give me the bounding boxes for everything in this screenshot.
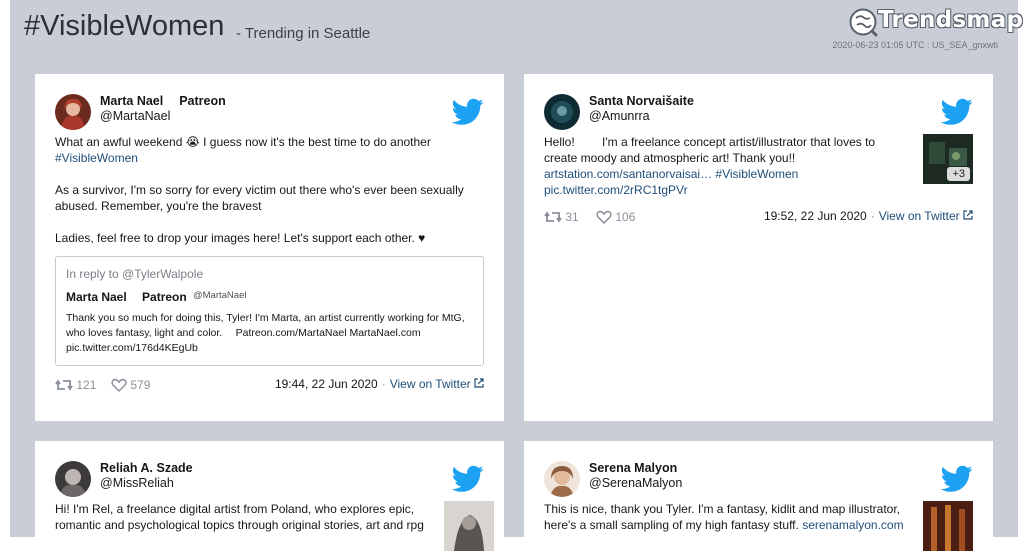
avatar[interactable] <box>544 94 580 130</box>
author-handle[interactable]: @Amunrra <box>589 109 650 123</box>
page-title: #VisibleWomen <box>24 10 225 42</box>
avatar[interactable] <box>544 461 580 497</box>
timestamp: 2020-06-23 01:05 UTC : US_SEA_gnxwti <box>832 40 998 50</box>
author-handle[interactable]: @MissReliah <box>100 476 174 490</box>
page-subtitle: - Trending in Seattle <box>236 25 371 42</box>
author-name[interactable]: Marta Nael Patreon <box>100 94 238 108</box>
quoted-author-name: Marta Nael Patreon <box>66 290 199 304</box>
trendsmap-page: #VisibleWomen - Trending in Seattle Tren… <box>10 0 1023 551</box>
like-count[interactable]: 106 <box>596 210 635 225</box>
tweet-text: Hi! I'm Rel, a freelance digital artist … <box>55 501 427 533</box>
tweet-line: Ladies, feel free to drop your images he… <box>55 231 426 245</box>
quoted-author-handle: @MartaNael <box>193 290 247 301</box>
author-name[interactable]: Santa Norvaišaite <box>589 94 694 108</box>
tweet-card: Reliah A. Szade @MissReliah Hi! I'm Rel,… <box>35 441 504 551</box>
author-handle[interactable]: @SerenaMalyon <box>589 476 682 490</box>
retweet-icon <box>55 379 73 391</box>
twitter-bird-icon[interactable] <box>941 465 973 493</box>
twitter-bird-icon[interactable] <box>941 98 973 126</box>
retweet-count[interactable]: 121 <box>55 378 96 392</box>
avatar[interactable] <box>55 461 91 497</box>
heart-icon <box>111 378 127 393</box>
tweet-card: Marta Nael Patreon @MartaNael What an aw… <box>35 74 504 421</box>
tweet-date[interactable]: 19:52, 22 Jun 2020 <box>764 209 867 223</box>
tweet-meta: 19:44, 22 Jun 2020 · View on Twitter <box>275 377 484 391</box>
media-count-badge: +3 <box>947 167 970 181</box>
trendsmap-logo[interactable]: Trendsmap <box>848 6 1023 38</box>
trendsmap-globe-icon <box>849 8 878 37</box>
tweet-link[interactable]: serenamalyon.com <box>802 518 903 532</box>
view-on-twitter-link[interactable]: View on Twitter <box>879 209 960 223</box>
twitter-bird-icon[interactable] <box>452 98 484 126</box>
brand-name: Trendsmap <box>878 7 1024 33</box>
tweet-card: Santa Norvaišaite @Amunrra Hello! I'm a … <box>524 74 993 421</box>
media-thumbnail[interactable]: +3 <box>923 134 973 184</box>
reply-to-label[interactable]: In reply to @TylerWalpole <box>66 267 203 281</box>
tweet-text: What an awful weekend 😭 I guess now it's… <box>55 134 485 246</box>
media-thumbnail[interactable] <box>444 501 494 551</box>
tweet-line: Hi! I'm Rel, a freelance digital artist … <box>55 502 424 532</box>
external-link-icon <box>474 378 484 388</box>
media-thumbnail[interactable] <box>923 501 973 551</box>
tweet-date[interactable]: 19:44, 22 Jun 2020 <box>275 377 378 391</box>
quoted-tweet[interactable]: In reply to @TylerWalpole Marta Nael Pat… <box>55 256 484 366</box>
external-link-icon <box>963 210 973 220</box>
twitter-bird-icon[interactable] <box>452 465 484 493</box>
tweet-meta: 19:52, 22 Jun 2020 · View on Twitter <box>764 209 973 223</box>
heart-icon <box>596 210 612 225</box>
view-on-twitter-link[interactable]: View on Twitter <box>390 377 471 391</box>
tweet-line: As a survivor, I'm so sorry for every vi… <box>55 183 464 213</box>
retweet-icon <box>544 211 562 223</box>
avatar[interactable] <box>55 94 91 130</box>
like-count[interactable]: 579 <box>111 378 150 393</box>
tweet-card: Serena Malyon @SerenaMalyon This is nice… <box>524 441 993 551</box>
tweet-line: Hello! I'm a freelance concept artist/il… <box>544 135 876 165</box>
hashtag-link[interactable]: #VisibleWomen <box>55 150 485 166</box>
author-handle[interactable]: @MartaNael <box>100 109 170 123</box>
tweet-text: This is nice, thank you Tyler. I'm a fan… <box>544 501 909 533</box>
author-name[interactable]: Serena Malyon <box>589 461 706 475</box>
pic-link[interactable]: pic.twitter.com/2rRC1tgPVr <box>544 182 909 198</box>
tweet-text: Hello! I'm a freelance concept artist/il… <box>544 134 909 198</box>
tweet-link[interactable]: artstation.com/santanorvaisai… #VisibleW… <box>544 166 909 182</box>
retweet-count[interactable]: 31 <box>544 210 579 224</box>
quoted-text: Thank you so much for doing this, Tyler!… <box>66 312 465 354</box>
tweet-line: What an awful weekend 😭 I guess now it's… <box>55 135 431 149</box>
author-name[interactable]: Reliah A. Szade <box>100 461 193 475</box>
